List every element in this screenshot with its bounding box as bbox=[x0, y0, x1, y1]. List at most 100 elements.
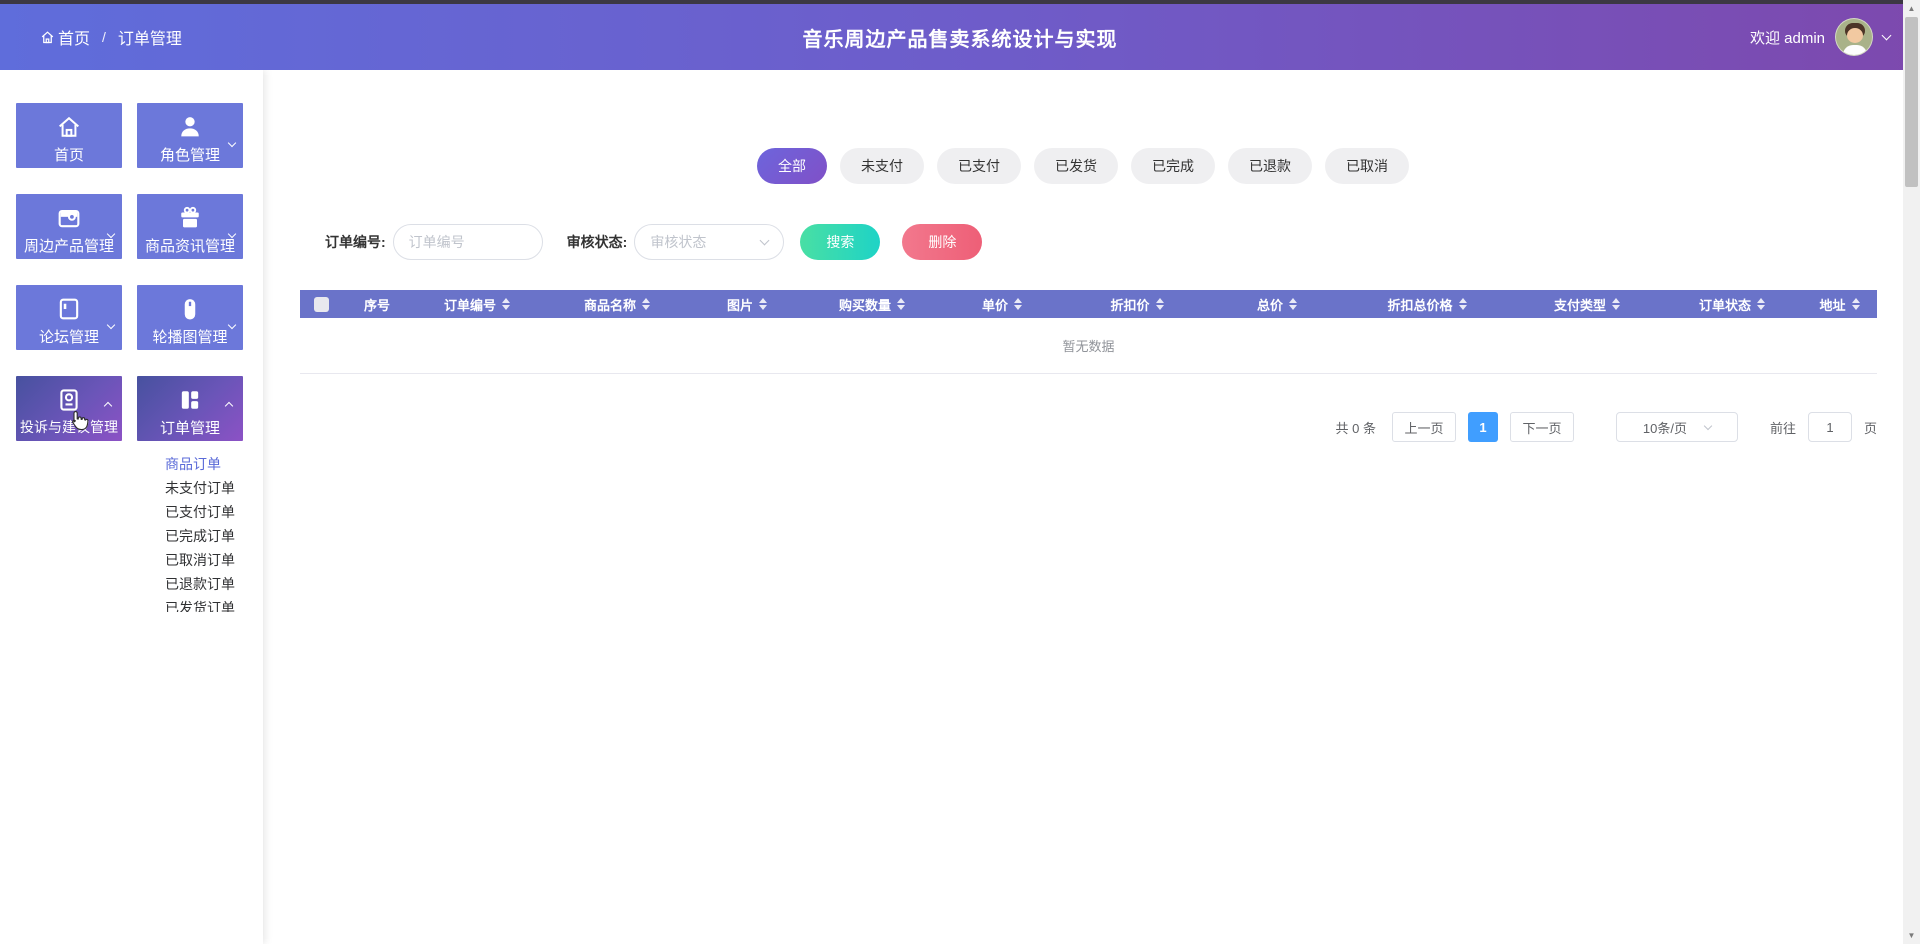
chevron-down-icon bbox=[1703, 421, 1713, 430]
col-order-status[interactable]: 订单状态 bbox=[1662, 295, 1802, 314]
breadcrumb-separator: / bbox=[102, 29, 106, 45]
pagination: 共 0 条 上一页 1 下一页 10条/页 前往 页 bbox=[1335, 412, 1877, 442]
chevron-down-icon bbox=[227, 224, 237, 242]
scrollbar-thumb[interactable] bbox=[1905, 17, 1918, 187]
chevron-down-icon bbox=[759, 235, 770, 246]
page-size-select[interactable]: 10条/页 bbox=[1615, 412, 1738, 442]
submenu-item-paid-orders[interactable]: 已支付订单 bbox=[165, 500, 235, 524]
orders-submenu: 商品订单 未支付订单 已支付订单 已完成订单 已取消订单 已退款订单 已发货订单 bbox=[165, 452, 235, 612]
page-size-value: 10条/页 bbox=[1642, 420, 1687, 436]
sort-icon bbox=[1757, 298, 1765, 310]
chevron-down-icon bbox=[106, 224, 116, 242]
select-all-checkbox[interactable] bbox=[313, 296, 329, 312]
user-menu[interactable]: 欢迎 admin bbox=[1750, 18, 1892, 56]
chevron-expanded-icon bbox=[103, 398, 113, 416]
sort-icon bbox=[1851, 298, 1860, 310]
page-unit-label: 页 bbox=[1863, 420, 1877, 436]
sidebar-item-label: 订单管理 bbox=[159, 420, 220, 437]
chip-shipped[interactable]: 已发货 bbox=[1034, 148, 1118, 184]
submenu-item-product-orders[interactable]: 商品订单 bbox=[165, 452, 235, 476]
sort-icon bbox=[759, 298, 767, 310]
avatar-face bbox=[1847, 28, 1863, 43]
sidebar-item-complaints[interactable]: 投诉与建议管理 bbox=[16, 376, 122, 441]
col-quantity[interactable]: 购买数量 bbox=[802, 295, 942, 314]
mouse-icon bbox=[176, 294, 204, 324]
app-header: 首页 / 订单管理 音乐周边产品售卖系统设计与实现 欢迎 admin bbox=[0, 4, 1920, 70]
breadcrumb: 首页 / 订单管理 bbox=[40, 25, 182, 49]
scroll-up-arrow[interactable]: ▲ bbox=[1903, 0, 1920, 17]
sidebar-item-home[interactable]: 首页 bbox=[16, 103, 122, 168]
search-button[interactable]: 搜索 bbox=[800, 224, 881, 260]
page-title: 音乐周边产品售卖系统设计与实现 bbox=[802, 28, 1118, 51]
total-count: 共 0 条 bbox=[1335, 420, 1376, 436]
user-icon bbox=[176, 112, 204, 142]
chip-paid[interactable]: 已支付 bbox=[937, 148, 1021, 184]
window-top-strip bbox=[0, 0, 1920, 4]
status-filter-chips: 全部 未支付 已支付 已发货 已完成 已退款 已取消 bbox=[263, 148, 1903, 184]
next-page-button[interactable]: 下一页 bbox=[1509, 412, 1574, 442]
sidebar-item-roles[interactable]: 角色管理 bbox=[137, 103, 243, 168]
sidebar-item-products[interactable]: 周边产品管理 bbox=[16, 194, 122, 259]
chevron-expanded-icon bbox=[224, 398, 234, 416]
audit-status-select[interactable]: 审核状态 bbox=[634, 224, 785, 260]
chip-all[interactable]: 全部 bbox=[757, 148, 827, 184]
chevron-down-icon bbox=[106, 315, 116, 333]
col-unit-price[interactable]: 单价 bbox=[942, 295, 1062, 314]
empty-state: 暂无数据 bbox=[300, 318, 1877, 374]
submenu-item-cancelled-orders[interactable]: 已取消订单 bbox=[165, 548, 235, 572]
sidebar-item-forum[interactable]: 论坛管理 bbox=[16, 285, 122, 350]
page-number-1[interactable]: 1 bbox=[1467, 412, 1498, 442]
col-order-no[interactable]: 订单编号 bbox=[412, 295, 542, 314]
sidebar-item-orders[interactable]: 订单管理 bbox=[137, 376, 243, 441]
notebook-icon bbox=[55, 294, 83, 324]
chip-completed[interactable]: 已完成 bbox=[1131, 148, 1215, 184]
table-header-row: 序号 订单编号 商品名称 图片 购买数量 单价 折扣价 总价 折扣总价格 支付类… bbox=[300, 290, 1877, 318]
sidebar-item-label: 首页 bbox=[53, 147, 84, 164]
chevron-down-icon bbox=[1881, 30, 1892, 40]
chip-refunded[interactable]: 已退款 bbox=[1228, 148, 1312, 184]
submenu-item-completed-orders[interactable]: 已完成订单 bbox=[165, 524, 235, 548]
col-product-name[interactable]: 商品名称 bbox=[542, 295, 692, 314]
sidebar-item-label: 商品资讯管理 bbox=[144, 238, 235, 255]
sort-icon bbox=[1612, 298, 1620, 310]
sidebar-item-carousel[interactable]: 轮播图管理 bbox=[137, 285, 243, 350]
sidebar-item-label: 角色管理 bbox=[159, 147, 220, 164]
goto-page-input[interactable] bbox=[1807, 412, 1852, 442]
order-no-input[interactable] bbox=[392, 224, 543, 260]
scroll-down-arrow[interactable]: ▼ bbox=[1903, 927, 1920, 944]
grid-icon bbox=[176, 385, 204, 415]
sidebar-item-product-news[interactable]: 商品资讯管理 bbox=[137, 194, 243, 259]
sidebar-item-label: 投诉与建议管理 bbox=[20, 419, 118, 435]
prev-page-button[interactable]: 上一页 bbox=[1391, 412, 1456, 442]
breadcrumb-home-link[interactable]: 首页 bbox=[40, 25, 90, 49]
sidebar: 首页 角色管理 周边产品管理 商品资讯管理 论坛管理 轮播图管理 投诉与建议管理… bbox=[0, 70, 263, 944]
col-address[interactable]: 地址 bbox=[1802, 295, 1877, 314]
submenu-item-refunded-orders[interactable]: 已退款订单 bbox=[165, 572, 235, 596]
submenu-item-shipped-orders[interactable]: 已发货订单 bbox=[165, 596, 235, 612]
contact-badge-icon bbox=[55, 385, 83, 415]
home-icon bbox=[40, 30, 55, 45]
sidebar-tile-grid: 首页 角色管理 周边产品管理 商品资讯管理 论坛管理 轮播图管理 投诉与建议管理… bbox=[0, 70, 263, 441]
breadcrumb-current: 订单管理 bbox=[117, 31, 182, 48]
sidebar-item-label: 周边产品管理 bbox=[23, 238, 114, 255]
col-total-price[interactable]: 总价 bbox=[1212, 295, 1342, 314]
submenu-item-unpaid-orders[interactable]: 未支付订单 bbox=[165, 476, 235, 500]
col-index: 序号 bbox=[363, 297, 390, 313]
vertical-scrollbar[interactable]: ▲ ▼ bbox=[1903, 0, 1920, 944]
sort-icon bbox=[1014, 298, 1022, 310]
sidebar-item-label: 轮播图管理 bbox=[152, 329, 228, 346]
sort-icon bbox=[897, 298, 905, 310]
avatar[interactable] bbox=[1835, 18, 1873, 56]
gift-icon bbox=[176, 203, 204, 233]
chip-unpaid[interactable]: 未支付 bbox=[840, 148, 924, 184]
delete-button[interactable]: 删除 bbox=[902, 224, 983, 260]
col-pay-type[interactable]: 支付类型 bbox=[1512, 295, 1662, 314]
col-discount-price[interactable]: 折扣价 bbox=[1062, 295, 1212, 314]
col-image[interactable]: 图片 bbox=[692, 295, 802, 314]
sort-icon bbox=[502, 298, 510, 310]
breadcrumb-home-label: 首页 bbox=[58, 31, 91, 48]
chip-cancelled[interactable]: 已取消 bbox=[1325, 148, 1409, 184]
main-content: 全部 未支付 已支付 已发货 已完成 已退款 已取消 订单编号: 审核状态: 审… bbox=[263, 70, 1903, 944]
col-discount-total[interactable]: 折扣总价格 bbox=[1342, 295, 1512, 314]
order-no-label: 订单编号: bbox=[325, 234, 386, 250]
